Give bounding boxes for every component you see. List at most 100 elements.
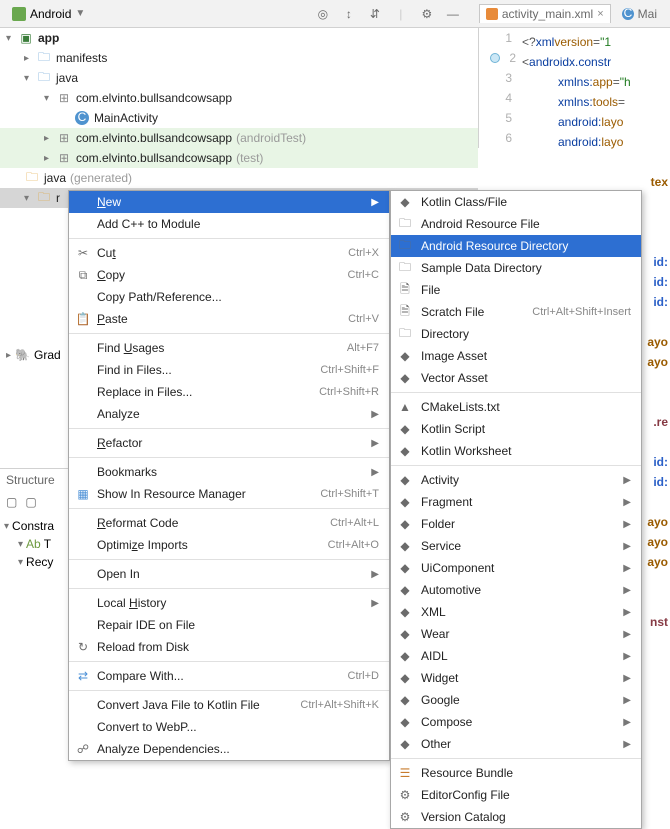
menu-item[interactable]: ◆Kotlin Script <box>391 418 641 440</box>
structure-icon-1[interactable]: ▢ <box>6 495 17 509</box>
menu-item[interactable]: Convert Java File to Kotlin FileCtrl+Alt… <box>69 694 389 716</box>
menu-item-label: Kotlin Script <box>421 422 485 436</box>
menu-item-label: Replace in Files... <box>97 385 192 399</box>
gear-icon[interactable]: ⚙ <box>419 6 435 22</box>
project-selector[interactable]: Android ▼ <box>6 5 91 23</box>
tree-node-java-gen[interactable]: 🗀 java (generated) <box>0 168 478 188</box>
menu-item[interactable]: ⚙EditorConfig File <box>391 784 641 806</box>
tree-node-main-activity[interactable]: C MainActivity <box>0 108 478 128</box>
tab-label: Mai <box>638 7 657 21</box>
minimize-icon[interactable]: — <box>445 6 461 22</box>
chevron-down-icon: ▾ <box>44 93 56 104</box>
menu-item-label: Folder <box>421 517 455 531</box>
menu-item-label: Image Asset <box>421 349 487 363</box>
structure-icon-2[interactable]: ▢ <box>25 495 36 509</box>
menu-item[interactable]: Replace in Files...Ctrl+Shift+R <box>69 381 389 403</box>
menu-item[interactable]: ◆Activity▶ <box>391 469 641 491</box>
menu-item[interactable]: ◆Service▶ <box>391 535 641 557</box>
menu-item[interactable]: 🗎File <box>391 279 641 301</box>
tree-node-manifests[interactable]: ▸ 🗀 manifests <box>0 48 478 68</box>
menu-item[interactable]: Add C++ to Module <box>69 213 389 235</box>
close-icon[interactable]: × <box>597 8 603 20</box>
menu-item[interactable]: ▲CMakeLists.txt <box>391 396 641 418</box>
tab-label: activity_main.xml <box>502 7 593 21</box>
menu-item[interactable]: Analyze▶ <box>69 403 389 425</box>
menu-item[interactable]: Repair IDE on File <box>69 614 389 636</box>
menu-item[interactable]: Find UsagesAlt+F7 <box>69 337 389 359</box>
submenu-arrow-icon: ▶ <box>623 629 631 640</box>
menu-item[interactable]: ◆Fragment▶ <box>391 491 641 513</box>
menu-item[interactable]: ◆Wear▶ <box>391 623 641 645</box>
tab-main[interactable]: C Mai <box>615 4 664 24</box>
menu-item[interactable]: ⚙Version Catalog <box>391 806 641 828</box>
menu-item[interactable]: ◆Compose▶ <box>391 711 641 733</box>
menu-item[interactable]: Copy Path/Reference... <box>69 286 389 308</box>
tree-node-pkg-test[interactable]: ▸ ⊞ com.elvinto.bullsandcowsapp (test) <box>0 148 478 168</box>
menu-item[interactable]: ◆Kotlin Worksheet <box>391 440 641 462</box>
menu-item[interactable]: Reformat CodeCtrl+Alt+L <box>69 512 389 534</box>
structure-item-recy[interactable]: ▾Recy <box>4 553 68 571</box>
menu-item[interactable]: 🗀Android Resource Directory <box>391 235 641 257</box>
menu-item[interactable]: Find in Files...Ctrl+Shift+F <box>69 359 389 381</box>
collapse-icon[interactable]: ↕ <box>341 6 357 22</box>
menu-item[interactable]: 🗀Android Resource File <box>391 213 641 235</box>
menu-item[interactable]: Convert to WebP... <box>69 716 389 738</box>
submenu-arrow-icon: ▶ <box>623 519 631 530</box>
node-label: MainActivity <box>94 111 158 125</box>
menu-item[interactable]: ☰Resource Bundle <box>391 762 641 784</box>
structure-item-constra[interactable]: ▾Constra <box>4 517 68 535</box>
menu-item[interactable]: ⇄Compare With...Ctrl+D <box>69 665 389 687</box>
menu-item[interactable]: ◆Widget▶ <box>391 667 641 689</box>
menu-item-label: Android Resource Directory <box>421 239 568 253</box>
menu-item[interactable]: ◆XML▶ <box>391 601 641 623</box>
submenu-arrow-icon: ▶ <box>623 497 631 508</box>
menu-item[interactable]: ◆Google▶ <box>391 689 641 711</box>
expand-icon[interactable]: ⇵ <box>367 6 383 22</box>
menu-item[interactable]: ◆Kotlin Class/File <box>391 191 641 213</box>
menu-item[interactable]: ⧉CopyCtrl+C <box>69 264 389 286</box>
menu-item[interactable]: Refactor▶ <box>69 432 389 454</box>
menu-item[interactable]: 📋PasteCtrl+V <box>69 308 389 330</box>
submenu-arrow-icon: ▶ <box>623 651 631 662</box>
toolbar-icons: ◎ ↕ ⇵ | ⚙ — activity_main.xml × C Mai <box>315 4 664 24</box>
menu-item[interactable]: ☍Analyze Dependencies... <box>69 738 389 760</box>
menu-item[interactable]: ◆Vector Asset <box>391 367 641 389</box>
menu-item[interactable]: ◆Other▶ <box>391 733 641 755</box>
menu-item-label: Kotlin Worksheet <box>421 444 512 458</box>
menu-item[interactable]: Bookmarks▶ <box>69 461 389 483</box>
menu-item[interactable]: 🗎Scratch FileCtrl+Alt+Shift+Insert <box>391 301 641 323</box>
menu-item[interactable]: ▦Show In Resource ManagerCtrl+Shift+T <box>69 483 389 505</box>
submenu-arrow-icon: ▶ <box>371 409 379 420</box>
menu-separator <box>69 457 389 458</box>
tree-node-app[interactable]: ▾ ▣ app <box>0 28 478 48</box>
menu-item[interactable]: 🗀Directory <box>391 323 641 345</box>
menu-item[interactable]: New▶ <box>69 191 389 213</box>
menu-item[interactable]: Local History▶ <box>69 592 389 614</box>
tree-node-gradle[interactable]: ▸ 🐘 Grad <box>6 348 61 362</box>
menu-item[interactable]: ◆Automotive▶ <box>391 579 641 601</box>
menu-item[interactable]: ↻Reload from Disk <box>69 636 389 658</box>
menu-item[interactable]: Optimize ImportsCtrl+Alt+O <box>69 534 389 556</box>
tab-activity-main[interactable]: activity_main.xml × <box>479 4 611 23</box>
marker-icon[interactable] <box>490 53 500 63</box>
menu-item[interactable]: Open In▶ <box>69 563 389 585</box>
menu-item[interactable]: ◆AIDL▶ <box>391 645 641 667</box>
menu-item-label: Open In <box>97 567 140 581</box>
menu-item[interactable]: ◆Folder▶ <box>391 513 641 535</box>
target-icon[interactable]: ◎ <box>315 6 331 22</box>
menu-item[interactable]: ◆UiComponent▶ <box>391 557 641 579</box>
package-icon: ⊞ <box>56 130 72 146</box>
menu-separator <box>69 559 389 560</box>
menu-item-label: Directory <box>421 327 469 341</box>
class-icon: C <box>622 8 634 20</box>
tree-node-pkg-androidtest[interactable]: ▸ ⊞ com.elvinto.bullsandcowsapp (android… <box>0 128 478 148</box>
menu-item[interactable]: ✂CutCtrl+X <box>69 242 389 264</box>
menu-item[interactable]: 🗀Sample Data Directory <box>391 257 641 279</box>
tree-node-java[interactable]: ▾ 🗀 java <box>0 68 478 88</box>
package-icon: ⊞ <box>56 90 72 106</box>
structure-item-t[interactable]: ▾AbT <box>4 535 68 553</box>
chevron-right-icon: ▸ <box>6 350 11 361</box>
xml-file-icon <box>486 8 498 20</box>
menu-item[interactable]: ◆Image Asset <box>391 345 641 367</box>
tree-node-pkg-main[interactable]: ▾ ⊞ com.elvinto.bullsandcowsapp <box>0 88 478 108</box>
